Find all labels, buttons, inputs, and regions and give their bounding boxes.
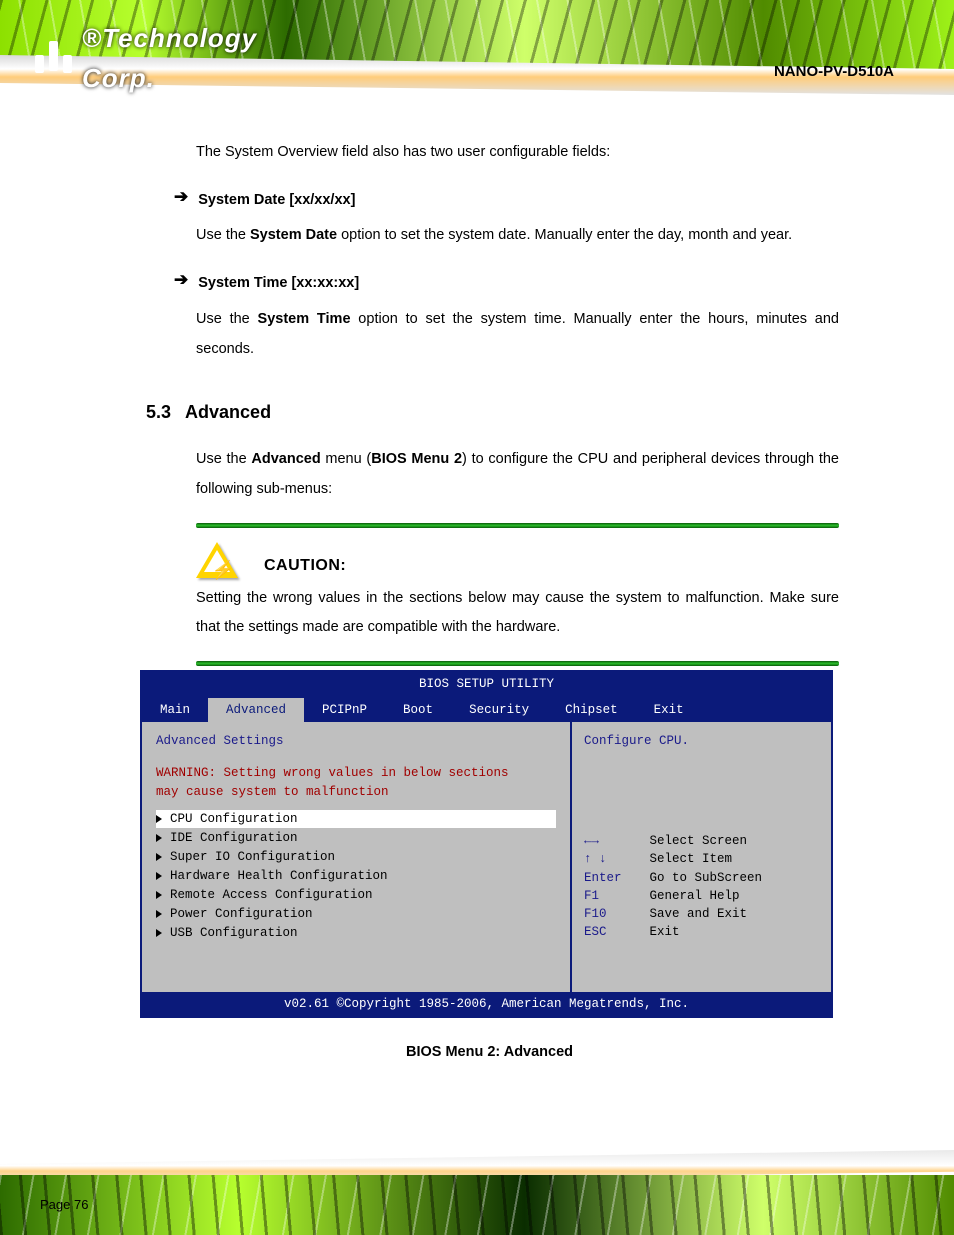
bios-hint: Configure CPU.	[584, 732, 819, 812]
caution-bottom-bar	[196, 661, 839, 666]
bios-footer: v02.61 ©Copyright 1985-2006, American Me…	[142, 992, 831, 1016]
page-header: ®Technology Corp. NANO-PV-D510A	[0, 0, 954, 118]
system-date-heading: ➔ System Date [xx/xx/xx]	[174, 186, 839, 216]
caution-box: ⚡ CAUTION: Setting the wrong values in t…	[196, 523, 839, 666]
system-time-paragraph: Use the System Time option to set the sy…	[196, 305, 839, 364]
content-area: The System Overview field also has two u…	[0, 118, 954, 1068]
bios-tab-exit[interactable]: Exit	[636, 698, 702, 722]
section-paragraph: Use the Advanced menu (BIOS Menu 2) to c…	[196, 445, 839, 504]
bios-key-row: F1 General Help	[584, 887, 819, 905]
system-date-label: System Date [xx/xx/xx]	[198, 186, 355, 216]
section-title: Advanced	[185, 402, 271, 422]
bios-key-row: ←→ Select Screen	[584, 832, 819, 850]
bios-right-panel: Configure CPU. ←→ Select Screen↑ ↓ Selec…	[572, 722, 831, 992]
page-number: Page 76	[40, 1195, 88, 1215]
bios-left-panel: Advanced Settings WARNING: Setting wrong…	[142, 722, 572, 992]
bios-tab-pcipnp[interactable]: PCIPnP	[304, 698, 385, 722]
bios-tab-chipset[interactable]: Chipset	[547, 698, 636, 722]
bios-caption: BIOS Menu 2: Advanced	[140, 1038, 839, 1068]
bios-key-row: ↑ ↓ Select Item	[584, 850, 819, 868]
caution-text: Setting the wrong values in the sections…	[196, 584, 839, 643]
bios-warning-line1: WARNING: Setting wrong values in below s…	[156, 764, 556, 782]
company-logo: ®Technology Corp.	[35, 28, 275, 88]
footer-circuit-art	[0, 1175, 954, 1235]
bios-key-legend: ←→ Select Screen↑ ↓ Select ItemEnter Go …	[584, 832, 819, 941]
bios-menu-item[interactable]: Remote Access Configuration	[156, 886, 556, 904]
bios-key-row: F10 Save and Exit	[584, 905, 819, 923]
bios-key-row: Enter Go to SubScreen	[584, 869, 819, 887]
bios-tab-boot[interactable]: Boot	[385, 698, 451, 722]
bios-menu-item[interactable]: Hardware Health Configuration	[156, 867, 556, 885]
bios-tab-advanced[interactable]: Advanced	[208, 698, 304, 722]
intro-paragraph: The System Overview field also has two u…	[196, 138, 839, 168]
system-time-heading: ➔ System Time [xx:xx:xx]	[174, 269, 839, 299]
product-title: NANO-PV-D510A	[774, 60, 894, 83]
bios-left-title: Advanced Settings	[156, 732, 556, 750]
bios-menu-list: CPU ConfigurationIDE ConfigurationSuper …	[156, 810, 556, 943]
system-date-paragraph: Use the System Date option to set the sy…	[196, 221, 839, 251]
bios-menu-item[interactable]: USB Configuration	[156, 924, 556, 942]
page: ®Technology Corp. NANO-PV-D510A The Syst…	[0, 0, 954, 1235]
bios-menu-item[interactable]: Super IO Configuration	[156, 848, 556, 866]
bios-menu-item[interactable]: CPU Configuration	[156, 810, 556, 828]
arrow-icon: ➔	[174, 186, 188, 207]
bios-menu-item[interactable]: Power Configuration	[156, 905, 556, 923]
bios-screenshot: BIOS SETUP UTILITY MainAdvancedPCIPnPBoo…	[140, 670, 833, 1018]
bios-title: BIOS SETUP UTILITY	[142, 672, 831, 698]
bios-tab-security[interactable]: Security	[451, 698, 547, 722]
bios-menu-item[interactable]: IDE Configuration	[156, 829, 556, 847]
system-time-label: System Time [xx:xx:xx]	[198, 269, 359, 299]
section-number: 5.3	[146, 402, 171, 422]
caution-title: CAUTION:	[264, 550, 346, 583]
arrow-icon: ➔	[174, 269, 188, 290]
bios-tab-main[interactable]: Main	[142, 698, 208, 722]
logo-text: ®Technology Corp.	[82, 18, 275, 99]
section-heading: 5.3 Advanced	[146, 394, 839, 431]
page-footer: Page 76	[0, 1125, 954, 1235]
logo-mark-icon	[35, 43, 72, 73]
warning-triangle-icon: ⚡	[196, 542, 238, 584]
bios-warning-line2: may cause system to malfunction	[156, 783, 556, 801]
bios-key-row: ESC Exit	[584, 923, 819, 941]
bios-tab-bar: MainAdvancedPCIPnPBootSecurityChipsetExi…	[142, 698, 831, 722]
